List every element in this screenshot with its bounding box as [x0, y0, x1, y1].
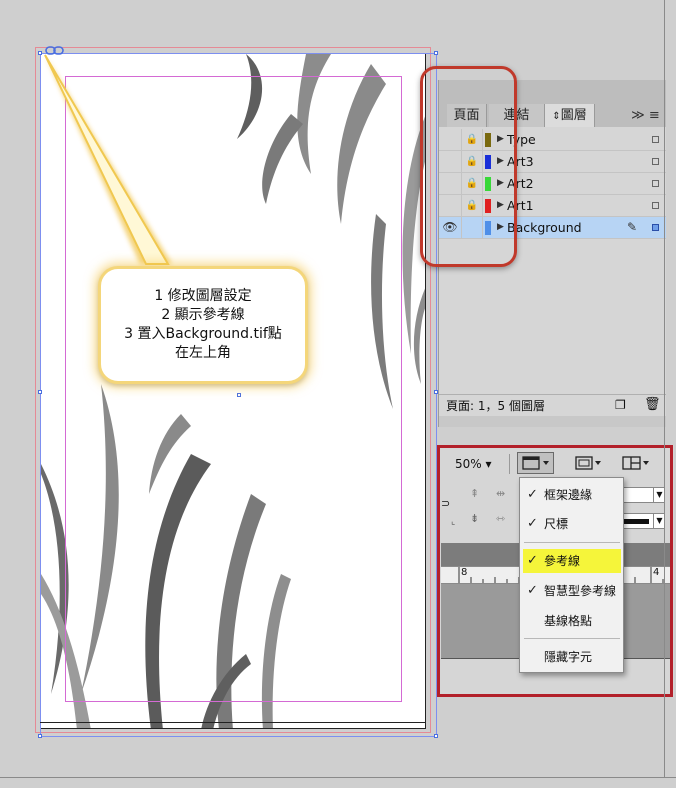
panel-menu-icon[interactable]: ≫ ≡ [625, 104, 666, 127]
frame-handle-left-mid[interactable] [38, 390, 42, 394]
frame-center-point[interactable] [237, 393, 241, 397]
trash-icon[interactable]: 🗑 [644, 397, 661, 412]
menu-item-frame-edges[interactable]: ✓ 框架邊緣 [520, 483, 623, 507]
menu-item-smart-guides[interactable]: ✓ 智慧型參考線 [520, 579, 623, 603]
tab-sort-icon: ⇕ [552, 111, 561, 122]
panel-status-text: 頁面: 1，5 個圖層 [446, 399, 545, 413]
instruction-callout: 1 修改圖層設定 2 顯示參考線 3 置入Background.tif點 在左上… [98, 266, 308, 384]
layer-name: Background [507, 220, 582, 235]
menu-separator [524, 638, 620, 639]
menu-item-label: 框架邊緣 [544, 488, 593, 502]
layer-target-square[interactable] [652, 158, 659, 165]
panel-footer: 頁面: 1，5 個圖層 ❐ 🗑 [439, 394, 666, 417]
layer-target-square[interactable] [652, 180, 659, 187]
tab-layers-label: 圖層 [560, 108, 587, 123]
menu-item-label: 智慧型參考線 [544, 584, 617, 598]
highlight-ring [420, 66, 517, 267]
menu-item-label: 隱藏字元 [544, 650, 593, 664]
layer-target-square[interactable] [652, 202, 659, 209]
frame-handle-top-right[interactable] [434, 51, 438, 55]
menu-item-label: 參考線 [544, 554, 581, 568]
checkmark-icon: ✓ [527, 487, 538, 502]
status-bar [0, 777, 676, 788]
document-canvas[interactable]: 1 修改圖層設定 2 顯示參考線 3 置入Background.tif點 在左上… [0, 0, 440, 760]
checkmark-icon: ✓ [527, 516, 538, 531]
layer-target-square[interactable] [652, 224, 659, 231]
callout-line-4: 在左上角 [175, 345, 231, 361]
menu-item-guides[interactable]: ✓ 參考線 [520, 549, 623, 573]
checkmark-icon: ✓ [527, 583, 538, 598]
menu-item-label: 基線格點 [544, 614, 593, 628]
menu-item-label: 尺標 [544, 517, 569, 531]
view-options-menu: ✓ 框架邊緣 ✓ 尺標 ✓ 參考線 ✓ 智慧型參考線 基線格點 隱藏字元 [519, 477, 624, 673]
frame-handle-bottom-right[interactable] [434, 734, 438, 738]
menu-item-hidden-characters[interactable]: 隱藏字元 [520, 645, 623, 669]
window-edge [664, 0, 665, 787]
page-bottom-edge [40, 722, 426, 723]
new-layer-icon[interactable]: ❐ [615, 398, 626, 412]
panel-resize-grip[interactable] [439, 416, 666, 427]
callout-line-1: 1 修改圖層設定 [154, 288, 252, 304]
menu-item-baseline-grid[interactable]: 基線格點 [520, 609, 623, 633]
callout-line-2: 2 顯示參考線 [161, 307, 245, 323]
menu-separator [524, 542, 620, 543]
callout-line-3: 3 置入Background.tif點 [124, 326, 282, 342]
tab-layers[interactable]: ⇕圖層 [545, 104, 595, 127]
frame-handle-bottom-left[interactable] [38, 734, 42, 738]
layer-target-square[interactable] [652, 136, 659, 143]
callout-pointer [44, 54, 172, 265]
checkmark-icon: ✓ [527, 553, 538, 568]
pen-icon: ✎ [627, 220, 638, 234]
menu-item-rulers[interactable]: ✓ 尺標 [520, 512, 623, 536]
